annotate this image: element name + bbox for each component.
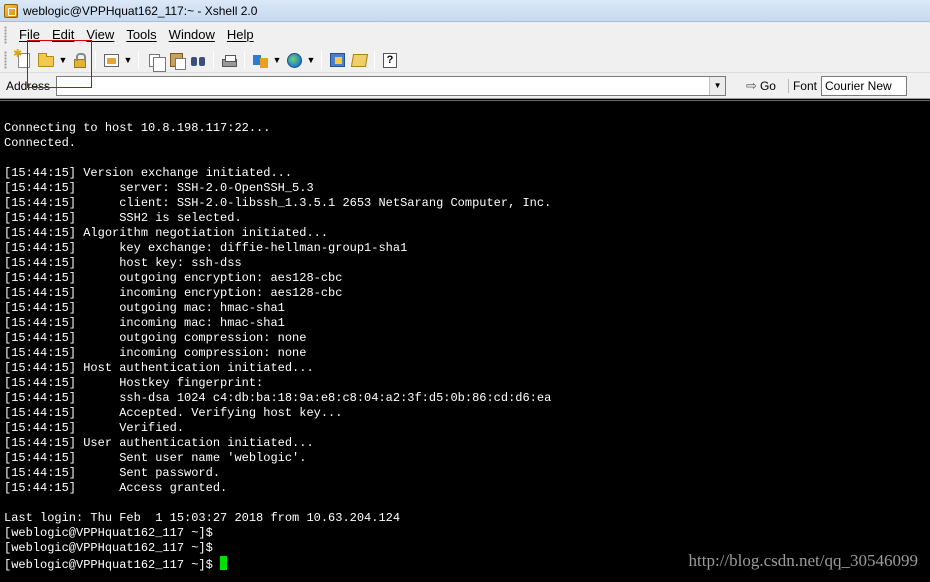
copy-button[interactable] bbox=[143, 49, 166, 72]
transfer-button[interactable] bbox=[249, 49, 271, 71]
font-selector[interactable]: Courier New bbox=[820, 75, 907, 96]
terminal-line: [15:44:15] incoming encryption: aes128-c… bbox=[4, 286, 343, 300]
xshell-app-icon bbox=[4, 3, 18, 18]
open-dropdown-button[interactable]: ▼ bbox=[57, 49, 69, 71]
encoding-button[interactable] bbox=[283, 49, 305, 71]
chevron-down-icon: ▼ bbox=[306, 55, 316, 65]
folder-icon bbox=[38, 53, 54, 67]
terminal-line: [15:44:15] Host authentication initiated… bbox=[4, 361, 314, 375]
terminal-line: [15:44:15] Algorithm negotiation initiat… bbox=[4, 226, 329, 240]
terminal-line: [15:44:15] Hostkey fingerprint: bbox=[4, 376, 264, 390]
new-session-button[interactable] bbox=[13, 47, 35, 71]
printer-icon bbox=[221, 54, 237, 67]
menu-file[interactable]: File bbox=[13, 22, 46, 48]
paste-button[interactable] bbox=[165, 49, 187, 71]
menu-help[interactable]: Help bbox=[221, 22, 260, 48]
go-arrow-icon: ⇨ bbox=[746, 77, 757, 93]
properties-icon bbox=[103, 53, 119, 67]
compose-icon bbox=[350, 53, 368, 67]
menu-bar: File Edit View Tools Window Help bbox=[0, 22, 930, 48]
toolbar: ▼ ▼ ▼ ▼ ? bbox=[0, 47, 930, 73]
menubar-grip[interactable] bbox=[4, 26, 7, 44]
properties-dropdown-button[interactable]: ▼ bbox=[122, 49, 134, 71]
transfer-icon bbox=[252, 53, 268, 68]
reconnect-button[interactable] bbox=[69, 49, 91, 71]
terminal-line: [15:44:15] Sent password. bbox=[4, 466, 221, 480]
terminal-line: [15:44:15] key exchange: diffie-hellman-… bbox=[4, 241, 408, 255]
paste-icon bbox=[169, 53, 186, 70]
terminal-line: [15:44:15] Access granted. bbox=[4, 481, 228, 495]
compose-button[interactable] bbox=[348, 49, 370, 71]
transfer-dropdown-button[interactable]: ▼ bbox=[271, 49, 283, 71]
find-button[interactable] bbox=[187, 49, 209, 71]
menu-window[interactable]: Window bbox=[163, 22, 221, 48]
properties-button[interactable] bbox=[100, 49, 122, 71]
address-bar: Address ▼ ⇨ Go Font Courier New bbox=[0, 73, 930, 99]
title-bar: weblogic@VPPHquat162_117:~ - Xshell 2.0 bbox=[0, 0, 930, 22]
lock-icon bbox=[74, 52, 86, 68]
chevron-down-icon: ▼ bbox=[58, 55, 68, 65]
terminal-line: [15:44:15] SSH2 is selected. bbox=[4, 211, 242, 225]
xftp-icon bbox=[329, 53, 345, 67]
font-label: Font bbox=[787, 78, 821, 93]
new-file-icon bbox=[13, 47, 30, 68]
terminal-line: [15:44:15] User authentication initiated… bbox=[4, 436, 314, 450]
binoculars-icon bbox=[190, 52, 206, 68]
terminal-line: [15:44:15] incoming compression: none bbox=[4, 346, 307, 360]
terminal-line: [15:44:15] Version exchange initiated... bbox=[4, 166, 293, 180]
menu-view[interactable]: View bbox=[80, 22, 120, 48]
toolbar-separator bbox=[213, 51, 214, 69]
menu-edit[interactable]: Edit bbox=[46, 22, 80, 48]
toolbar-separator bbox=[244, 51, 245, 69]
terminal-line: [weblogic@VPPHquat162_117 ~]$ bbox=[4, 526, 213, 540]
watermark: http://blog.csdn.net/qq_30546099 bbox=[688, 551, 919, 570]
xftp-button[interactable] bbox=[326, 49, 348, 71]
terminal-line: Connecting to host 10.8.198.117:22... bbox=[4, 121, 271, 135]
terminal-line: [15:44:15] outgoing compression: none bbox=[4, 331, 307, 345]
terminal-line: [15:44:15] Sent user name 'weblogic'. bbox=[4, 451, 307, 465]
chevron-down-icon: ▼ bbox=[713, 81, 722, 90]
terminal-line: [15:44:15] ssh-dsa 1024 c4:db:ba:18:9a:e… bbox=[4, 391, 552, 405]
terminal-output[interactable]: Connecting to host 10.8.198.117:22... Con… bbox=[0, 100, 930, 582]
terminal-line: [15:44:15] Verified. bbox=[4, 421, 185, 435]
help-button[interactable]: ? bbox=[379, 49, 401, 71]
toolbar-separator bbox=[138, 51, 139, 69]
chevron-down-icon: ▼ bbox=[123, 55, 133, 65]
go-label: Go bbox=[759, 78, 776, 93]
terminal-line: Connected. bbox=[4, 136, 77, 150]
terminal-line: Last login: Thu Feb 1 15:03:27 2018 from… bbox=[4, 511, 401, 525]
toolbar-separator bbox=[321, 51, 322, 69]
toolbar-separator bbox=[95, 51, 96, 69]
toolbar-separator bbox=[374, 51, 375, 69]
toolbar-grip[interactable] bbox=[4, 51, 7, 69]
address-input[interactable] bbox=[57, 76, 726, 95]
print-button[interactable] bbox=[218, 49, 240, 71]
globe-icon bbox=[286, 52, 302, 68]
terminal-line: [15:44:15] client: SSH-2.0-libssh_1.3.5.… bbox=[4, 196, 552, 210]
terminal-line: [15:44:15] Accepted. Verifying host key.… bbox=[4, 406, 343, 420]
open-session-button[interactable] bbox=[35, 49, 57, 71]
terminal-line: [15:44:15] outgoing mac: hmac-sha1 bbox=[4, 301, 285, 315]
address-combobox[interactable]: ▼ bbox=[56, 75, 727, 96]
terminal-line: [15:44:15] host key: ssh-dss bbox=[4, 256, 242, 270]
help-icon: ? bbox=[383, 52, 397, 68]
go-button[interactable]: ⇨ Go bbox=[742, 75, 780, 97]
chevron-down-icon: ▼ bbox=[272, 55, 282, 65]
terminal-cursor bbox=[220, 556, 228, 570]
encoding-dropdown-button[interactable]: ▼ bbox=[305, 49, 317, 71]
terminal-line: [15:44:15] server: SSH-2.0-OpenSSH_5.3 bbox=[4, 181, 314, 195]
window-title: weblogic@VPPHquat162_117:~ - Xshell 2.0 bbox=[23, 3, 258, 18]
copy-icon bbox=[148, 53, 166, 72]
address-label: Address bbox=[6, 78, 51, 93]
menu-tools[interactable]: Tools bbox=[120, 22, 162, 48]
address-dropdown-button[interactable]: ▼ bbox=[709, 76, 726, 95]
terminal-line: [15:44:15] outgoing encryption: aes128-c… bbox=[4, 271, 343, 285]
terminal-line: [15:44:15] incoming mac: hmac-sha1 bbox=[4, 316, 285, 330]
